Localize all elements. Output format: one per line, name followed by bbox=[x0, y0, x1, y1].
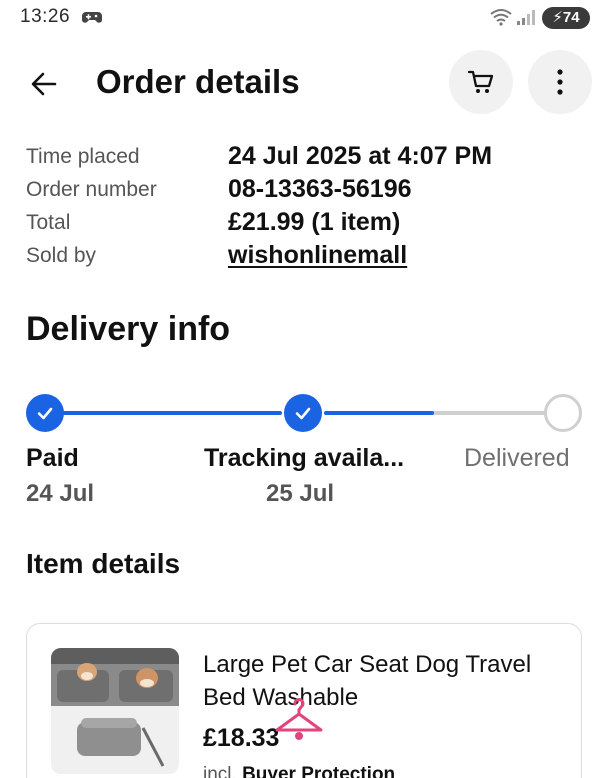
battery-indicator: ⚡74 bbox=[542, 7, 590, 29]
summary-row-sold-by: Sold by wishonlinemall bbox=[26, 239, 586, 272]
step-tracking-check bbox=[284, 394, 322, 432]
item-details-heading: Item details bbox=[26, 548, 181, 579]
buyer-protection-label: Buyer Protection bbox=[242, 764, 396, 778]
summary-label: Order number bbox=[26, 177, 157, 201]
page-title: Order details bbox=[96, 63, 300, 100]
step-name-tracking: Tracking availa... bbox=[204, 444, 405, 472]
status-bar: 13:26 ⚡74 bbox=[0, 0, 600, 36]
order-summary: Time placed 24 Jul 2025 at 4:07 PM Order… bbox=[26, 140, 586, 272]
summary-value: 08-13363-56196 bbox=[228, 175, 412, 203]
item-card[interactable]: Large Pet Car Seat Dog Travel Bed Washab… bbox=[26, 623, 582, 778]
checkmark-icon bbox=[37, 407, 53, 420]
summary-row-total: Total £21.99 (1 item) bbox=[26, 206, 586, 239]
wifi-icon bbox=[490, 9, 512, 26]
battery-bolt-icon: ⚡ bbox=[552, 9, 563, 26]
status-time: 13:26 bbox=[20, 6, 71, 27]
summary-row-time-placed: Time placed 24 Jul 2025 at 4:07 PM bbox=[26, 140, 586, 173]
step-delivered-circle bbox=[544, 394, 582, 432]
item-note-prefix: incl. bbox=[203, 764, 237, 778]
cart-icon bbox=[467, 70, 494, 93]
delivery-progress bbox=[24, 392, 584, 432]
summary-label: Total bbox=[26, 210, 71, 234]
progress-track-2-fill bbox=[324, 411, 434, 415]
back-button[interactable] bbox=[20, 60, 68, 108]
summary-label: Time placed bbox=[26, 144, 140, 168]
more-vertical-icon bbox=[557, 69, 563, 95]
hanger-icon bbox=[275, 698, 323, 740]
gamepad-icon bbox=[82, 12, 102, 23]
summary-value: £21.99 (1 item) bbox=[228, 208, 401, 236]
checkmark-icon bbox=[295, 407, 311, 420]
summary-label: Sold by bbox=[26, 243, 97, 267]
summary-value: 24 Jul 2025 at 4:07 PM bbox=[228, 142, 493, 170]
summary-row-order-number: Order number 08-13363-56196 bbox=[26, 173, 586, 206]
item-name[interactable]: Large Pet Car Seat Dog Travel Bed Washab… bbox=[203, 648, 543, 714]
progress-track-1 bbox=[60, 411, 282, 415]
step-date-tracking: 25 Jul bbox=[266, 480, 335, 507]
battery-level: 74 bbox=[562, 9, 580, 26]
delivery-info-heading: Delivery info bbox=[26, 310, 231, 348]
item-price: £18.33 bbox=[203, 724, 280, 752]
more-options-button[interactable] bbox=[528, 50, 592, 114]
step-date-paid: 24 Jul bbox=[26, 480, 95, 507]
step-name-paid: Paid bbox=[26, 444, 79, 472]
item-note: incl. Buyer Protection bbox=[203, 764, 395, 778]
back-arrow-icon bbox=[31, 72, 57, 96]
cart-button[interactable] bbox=[449, 50, 513, 114]
signal-icon bbox=[517, 10, 535, 25]
step-name-delivered: Delivered bbox=[464, 444, 570, 472]
item-thumbnail[interactable] bbox=[51, 648, 179, 774]
seller-link[interactable]: wishonlinemall bbox=[228, 241, 407, 270]
step-paid-check bbox=[26, 394, 64, 432]
